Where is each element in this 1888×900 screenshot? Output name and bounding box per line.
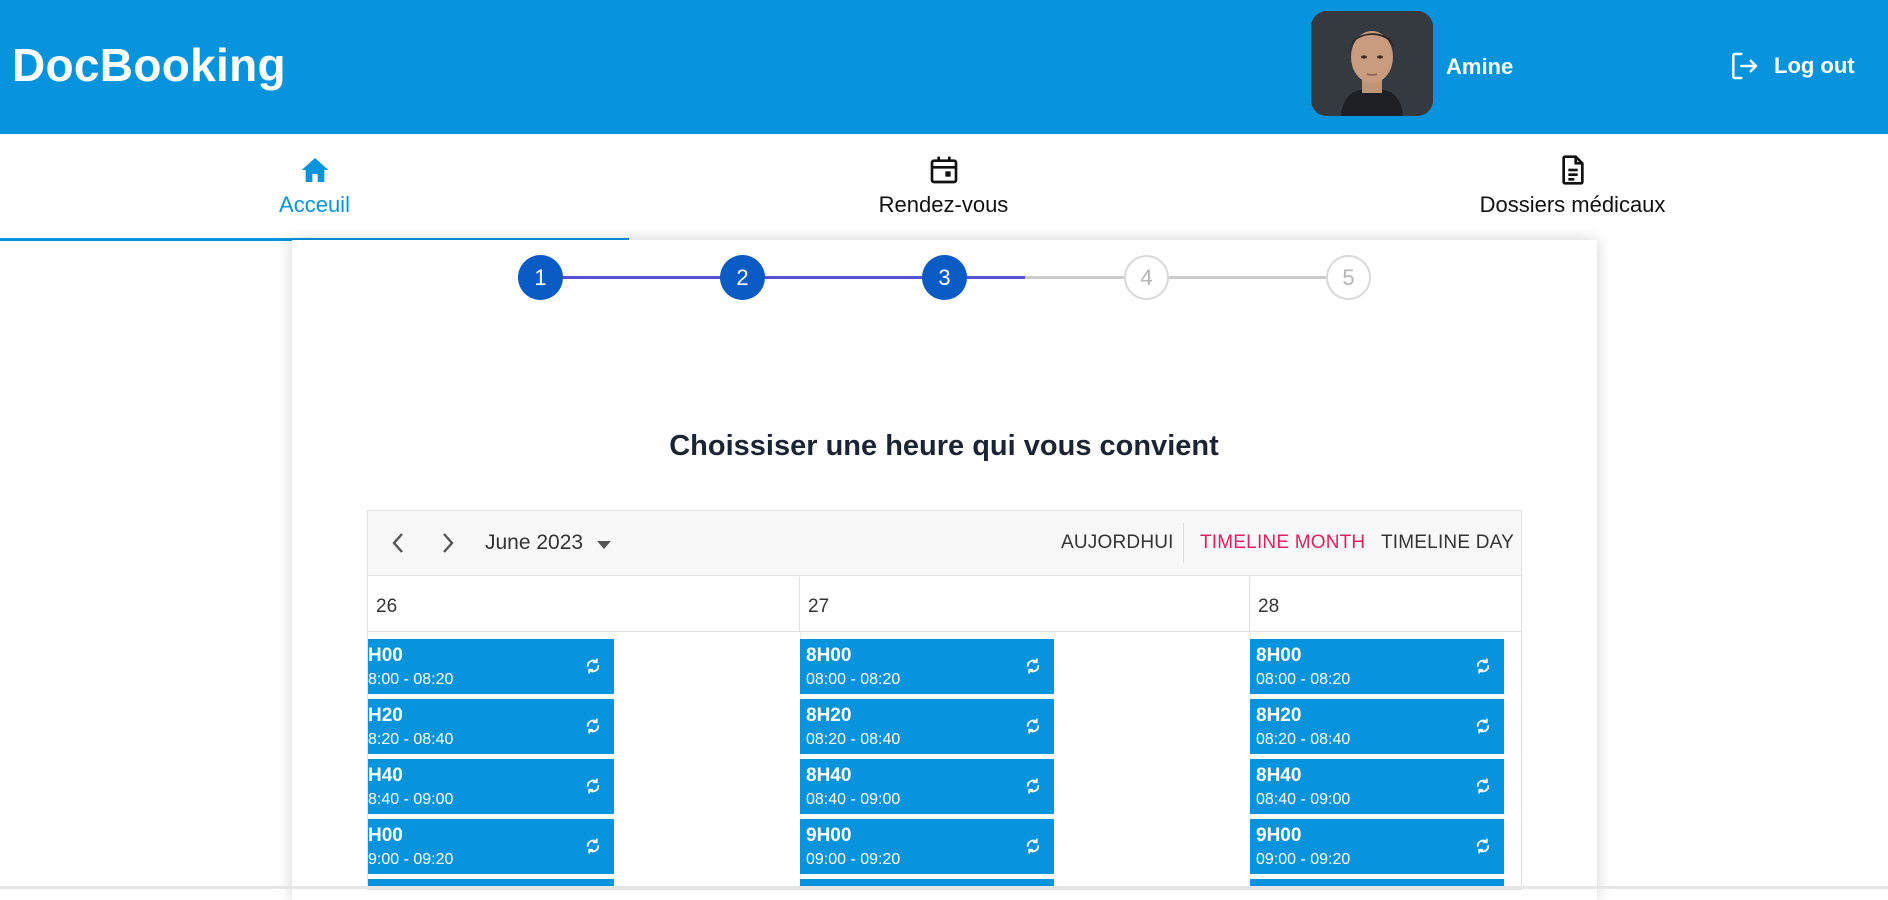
next-button[interactable] xyxy=(434,529,462,557)
today-button[interactable]: AUJORDHUI xyxy=(1061,532,1174,554)
timeline-day-button[interactable]: TIMELINE DAY xyxy=(1381,532,1514,554)
time-slot[interactable]: 9H00 09:00 - 09:20 xyxy=(800,819,1054,874)
avatar[interactable] xyxy=(1311,11,1433,116)
slot-title: 8H40 xyxy=(806,765,852,786)
slot-title: H00 xyxy=(368,645,403,666)
refresh-icon xyxy=(586,658,600,674)
time-slot[interactable]: H00 9:00 - 09:20 xyxy=(368,819,614,874)
app-title: DocBooking xyxy=(12,39,286,91)
slot-time-range: 9:00 - 09:20 xyxy=(368,851,454,868)
time-slot[interactable]: 8H20 08:20 - 08:40 xyxy=(1250,699,1504,754)
slot-title: 8H20 xyxy=(806,705,852,726)
refresh-icon xyxy=(1476,838,1490,854)
time-slot[interactable]: H40 8:40 - 09:00 xyxy=(368,759,614,814)
prev-button[interactable] xyxy=(384,529,412,557)
calendar-icon xyxy=(930,156,957,184)
tab-rendez-vous[interactable]: Rendez-vous xyxy=(629,134,1258,240)
month-selector[interactable]: June 2023 xyxy=(485,531,583,555)
time-slot[interactable]: H00 8:00 - 08:20 xyxy=(368,639,614,694)
refresh-icon xyxy=(586,838,600,854)
refresh-icon xyxy=(1476,658,1490,674)
day-header: 26 xyxy=(368,577,800,632)
refresh-icon xyxy=(1476,718,1490,734)
chevron-left-icon xyxy=(392,533,403,553)
refresh-icon xyxy=(1026,658,1040,674)
time-slot[interactable]: 8H40 08:40 - 09:00 xyxy=(1250,759,1504,814)
slot-time-range: 09:00 - 09:20 xyxy=(1256,851,1351,868)
step-4: 4 xyxy=(1124,255,1169,300)
logout-label: Log out xyxy=(1774,53,1855,78)
app-header: DocBooking Amine Log out xyxy=(0,0,1888,134)
slot-time-range: 8:20 - 08:40 xyxy=(368,731,454,748)
slot-time-range: 8:00 - 08:20 xyxy=(368,671,454,688)
time-slot[interactable]: 8H00 08:00 - 08:20 xyxy=(800,639,1054,694)
tab-dossiers-medicaux[interactable]: Dossiers médicaux xyxy=(1258,134,1887,240)
slot-title: H20 xyxy=(368,705,403,726)
slot-title: 8H00 xyxy=(1256,645,1302,666)
tab-label: Dossiers médicaux xyxy=(1479,192,1666,217)
home-icon xyxy=(301,158,328,182)
slot-title: 9H00 xyxy=(806,825,852,846)
toolbar-divider xyxy=(1183,523,1184,563)
refresh-icon xyxy=(1026,778,1040,794)
tab-label: Rendez-vous xyxy=(878,192,1009,217)
step-line-todo xyxy=(1025,276,1350,279)
day-header: 28 xyxy=(1250,577,1521,632)
time-slot[interactable]: H20 8:20 - 08:40 xyxy=(368,699,614,754)
slot-title: H40 xyxy=(368,765,403,786)
slot-time-range: 08:20 - 08:40 xyxy=(806,731,901,748)
slot-title: 8H20 xyxy=(1256,705,1302,726)
document-icon xyxy=(1561,155,1584,185)
slot-title: 9H00 xyxy=(1256,825,1302,846)
timeline-month-button[interactable]: TIMELINE MONTH xyxy=(1200,532,1365,554)
slot-time-range: 08:00 - 08:20 xyxy=(806,671,901,688)
slot-title: 8H00 xyxy=(806,645,852,666)
slot-time-range: 08:20 - 08:40 xyxy=(1256,731,1351,748)
time-slot[interactable]: 9H00 09:00 - 09:20 xyxy=(1250,819,1504,874)
refresh-icon xyxy=(1476,778,1490,794)
slot-time-range: 08:00 - 08:20 xyxy=(1256,671,1351,688)
refresh-icon xyxy=(1026,838,1040,854)
time-slot[interactable]: 8H20 08:20 - 08:40 xyxy=(800,699,1054,754)
refresh-icon xyxy=(1026,718,1040,734)
slot-time-range: 08:40 - 09:00 xyxy=(806,791,901,808)
refresh-icon xyxy=(586,778,600,794)
slot-time-range: 09:00 - 09:20 xyxy=(806,851,901,868)
logout-button[interactable]: Log out xyxy=(1728,50,1855,82)
username: Amine xyxy=(1446,54,1514,79)
time-slot[interactable]: 8H40 08:40 - 09:00 xyxy=(800,759,1054,814)
day-header: 27 xyxy=(800,577,1250,632)
step-2[interactable]: 2 xyxy=(720,255,765,300)
tab-label: Acceuil xyxy=(279,192,350,217)
page-heading: Choissiser une heure qui vous convient xyxy=(669,430,1219,462)
scheduler-toolbar: June 2023 AUJORDHUI TIMELINE MONTH TIMEL… xyxy=(368,511,1521,576)
refresh-icon xyxy=(586,718,600,734)
slot-title: H00 xyxy=(368,825,403,846)
step-3[interactable]: 3 xyxy=(922,255,967,300)
slot-title: 8H40 xyxy=(1256,765,1302,786)
slot-time-range: 8:40 - 09:00 xyxy=(368,791,454,808)
time-slot[interactable]: 8H00 08:00 - 08:20 xyxy=(1250,639,1504,694)
caret-down-icon[interactable] xyxy=(597,541,611,549)
step-5: 5 xyxy=(1326,255,1371,300)
scheduler: June 2023 AUJORDHUI TIMELINE MONTH TIMEL… xyxy=(367,510,1522,890)
main-tabs: Acceuil Rendez-vous Dossiers médicaux xyxy=(0,134,1888,241)
chevron-right-icon xyxy=(443,533,454,553)
step-1[interactable]: 1 xyxy=(518,255,563,300)
logout-icon xyxy=(1732,52,1758,80)
slot-time-range: 08:40 - 09:00 xyxy=(1256,791,1351,808)
tab-acceuil[interactable]: Acceuil xyxy=(0,134,629,240)
